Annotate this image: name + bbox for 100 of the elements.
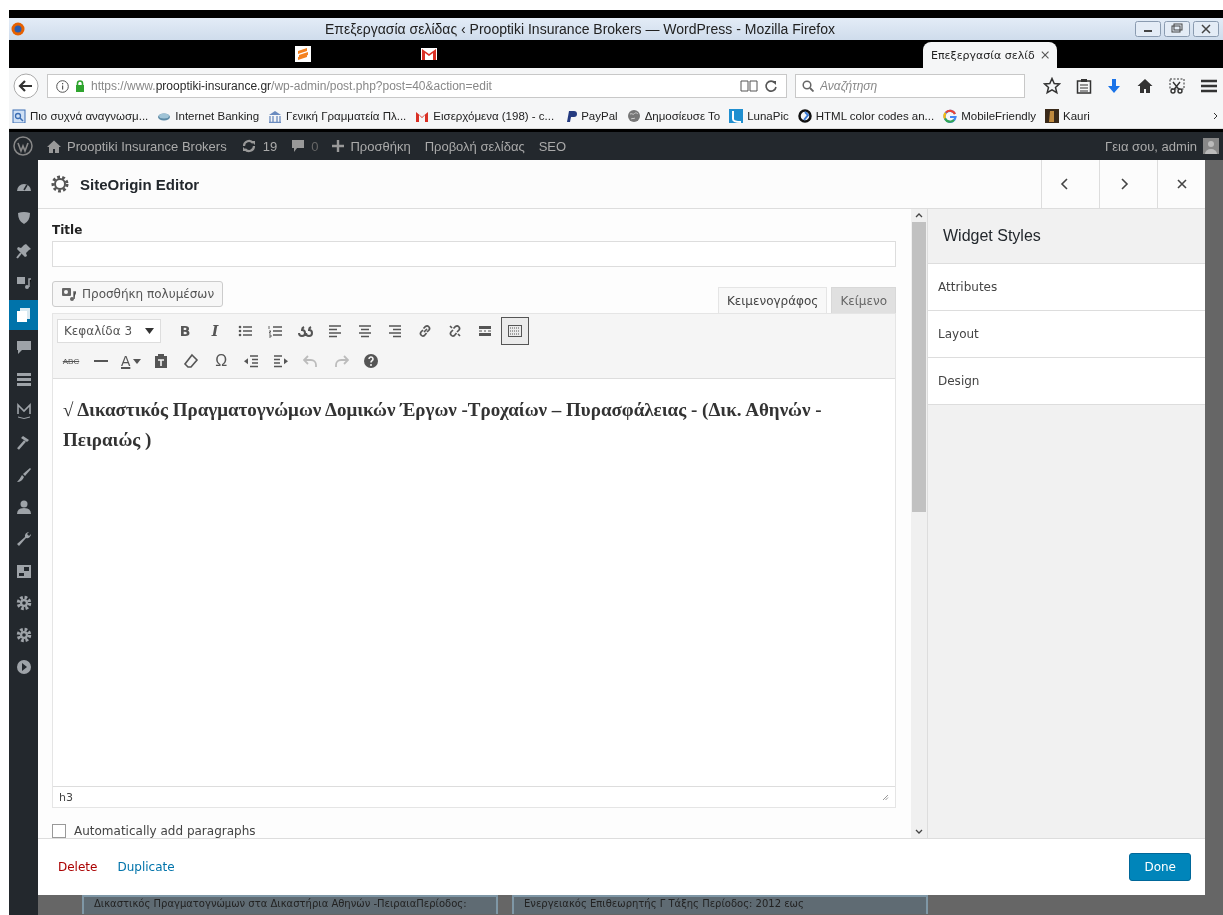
format-dropdown[interactable]: Κεφαλίδα 3	[57, 319, 161, 343]
clipboard-list-icon[interactable]	[1076, 78, 1093, 94]
seo-link[interactable]: SEO	[538, 138, 567, 154]
url-text: https://www.prooptiki-insurance.gr/wp-admin/post.php?post=40&action=edit	[91, 79, 492, 93]
text-color-button[interactable]: A	[117, 347, 146, 375]
bookmark-link[interactable]: LunaPic	[729, 109, 789, 123]
bookmark-link[interactable]: Kauri	[1045, 109, 1090, 123]
ring-icon	[797, 109, 812, 123]
panel-section[interactable]: Design	[928, 358, 1205, 405]
bold-button[interactable]: B	[171, 317, 199, 345]
star-icon[interactable]	[1043, 77, 1061, 95]
card-text: Ενεργειακός Επιθεωρητής Γ Τάξης Περίοδος: 2012 εως	[524, 898, 804, 909]
page-icon	[12, 109, 26, 123]
stacked-bars-icon	[14, 370, 33, 388]
clipboard-icon	[153, 353, 170, 369]
bookmark-link[interactable]: Δημοσίευσε Το	[626, 109, 721, 123]
checkbox[interactable]	[52, 824, 66, 838]
caret-down-icon	[133, 358, 142, 364]
bookmark-link[interactable]: Internet Banking	[157, 109, 260, 123]
view-page-link[interactable]: Προβολή σελίδας	[424, 138, 525, 154]
bookmark-link[interactable]: MobileFriendly	[943, 109, 1036, 123]
keyboard-icon	[507, 323, 523, 339]
bookmark-link[interactable]: Εισερχόμενα (198) - c...	[415, 109, 555, 123]
eraser-icon	[183, 353, 200, 369]
close-icon[interactable]	[1040, 50, 1049, 60]
download-arrow-icon[interactable]	[1107, 78, 1122, 94]
scissors-icon[interactable]	[1167, 78, 1186, 94]
bookmark-link[interactable]: Πιο συχνά αναγνωσμ...	[12, 109, 149, 123]
special-character-button[interactable]: Ω	[207, 347, 236, 375]
chain-link-icon	[417, 323, 433, 339]
search-icon	[802, 80, 814, 92]
strikethrough-button[interactable]: ABC	[57, 347, 85, 375]
add-media-button[interactable]: Προσθήκη πολυμέσων	[52, 281, 224, 307]
horizontal-line-icon	[94, 360, 108, 362]
speech-bubble-icon	[14, 338, 33, 356]
sidebar-menu-item[interactable]	[9, 300, 38, 330]
house-icon	[47, 139, 61, 153]
panel-icon	[14, 562, 33, 580]
done-button[interactable]: Done	[1129, 853, 1191, 881]
brush-icon	[14, 466, 33, 484]
delete-link[interactable]: Delete	[58, 860, 98, 874]
site-name-link[interactable]: Prooptiki Insurance Brokers	[47, 138, 227, 154]
envelope-icon	[415, 109, 430, 123]
caret-down-icon	[145, 328, 154, 334]
new-link[interactable]: Προσθήκη	[332, 138, 411, 154]
panel-section[interactable]: Attributes	[928, 264, 1205, 311]
chevron-up-icon	[915, 212, 923, 218]
resize-grip-icon[interactable]	[882, 793, 889, 801]
scrollbar-thumb[interactable]	[912, 222, 926, 512]
italic-button[interactable]: I	[201, 317, 229, 345]
gear-icon	[50, 174, 70, 194]
google-icon	[943, 109, 958, 123]
heading-text: √ Δικαστικός Πραγματογνώμων Δομικών Έργων -Τροχαίων – Πυρασφάλειας - (Δικ. Αθηνών - Πειραιώς )	[63, 398, 823, 452]
letter-icon	[14, 402, 33, 420]
search-field[interactable]: Αναζήτηση	[795, 74, 1025, 98]
home-icon[interactable]	[1136, 78, 1153, 94]
speech-bubble-icon	[291, 139, 306, 153]
reload-icon[interactable]	[764, 79, 778, 93]
close-icon[interactable]	[1193, 21, 1219, 37]
chevron-right-icon[interactable]	[1213, 112, 1219, 120]
minimize-icon[interactable]	[1135, 21, 1161, 37]
wordpress-logo-icon[interactable]	[13, 136, 33, 156]
quote-icon	[297, 323, 313, 339]
align-left-icon	[327, 323, 343, 339]
user-icon	[14, 498, 33, 516]
gear-icon	[14, 626, 33, 644]
book-icon[interactable]	[740, 80, 758, 92]
element-path: h3	[59, 790, 73, 804]
outdent-icon	[243, 353, 260, 369]
field-label: Title	[52, 223, 84, 237]
building-icon	[268, 109, 283, 123]
redo-icon	[333, 353, 350, 369]
duplicate-link[interactable]: Duplicate	[117, 860, 175, 874]
editor-tab[interactable]: Κειμενογράφος	[717, 287, 828, 313]
numbered-list-icon	[267, 323, 283, 339]
address-field[interactable]: https://www.prooptiki-insurance.gr/wp-admin/post.php?post=40&action=edit	[47, 74, 787, 98]
restore-icon[interactable]	[1164, 21, 1190, 37]
bookmark-link[interactable]: HTML color codes an...	[797, 109, 935, 123]
updates-link[interactable]: 19	[240, 138, 278, 154]
account-link[interactable]: Γεια σου, admin	[1105, 138, 1219, 154]
panel-section[interactable]: Layout	[928, 311, 1205, 358]
menu-icon[interactable]	[1200, 79, 1217, 93]
scrollbar[interactable]	[911, 209, 927, 838]
broken-link-icon	[447, 323, 463, 339]
help-icon	[363, 353, 380, 369]
avatar-icon	[1203, 138, 1219, 154]
editor-tab[interactable]: Κείμενο	[831, 287, 896, 313]
globe-icon	[626, 109, 641, 123]
browser-tab[interactable]: Επεξεργασία σελίδ	[923, 42, 1057, 68]
bookmark-link[interactable]: Γενική Γραμματεία Πλ...	[268, 109, 407, 123]
media-icon	[61, 287, 77, 301]
sublime-tab-icon[interactable]	[295, 46, 311, 62]
envelope-tab-icon[interactable]	[421, 48, 437, 60]
dialog-title: SiteOrigin Editor	[80, 175, 200, 193]
title-input[interactable]	[52, 241, 896, 267]
pages-icon	[14, 306, 33, 324]
pushpin-icon	[14, 242, 33, 260]
play-icon	[14, 658, 33, 676]
bookmark-link[interactable]: PayPal	[563, 109, 618, 123]
toolbar-toggle-button[interactable]	[501, 317, 529, 345]
